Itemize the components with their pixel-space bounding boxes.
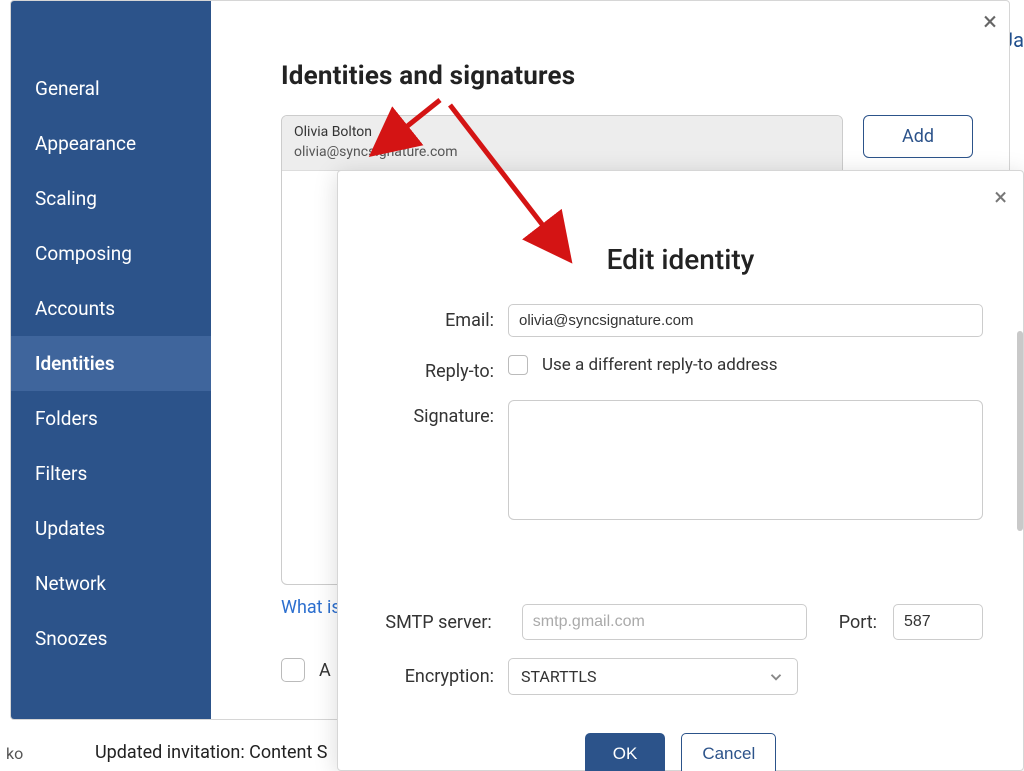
sidebar-item-general[interactable]: General (11, 61, 211, 116)
reply-to-checkbox-label: Use a different reply-to address (542, 355, 778, 375)
port-input[interactable] (893, 604, 983, 640)
sidebar-item-network[interactable]: Network (11, 556, 211, 611)
email-label: Email: (378, 304, 508, 331)
modal-title: Edit identity (338, 243, 1023, 276)
edit-identity-modal: × Edit identity Email: Reply-to: Use a d… (337, 170, 1024, 771)
chevron-down-icon (767, 668, 785, 686)
cancel-button[interactable]: Cancel (681, 733, 776, 771)
auto-checkbox[interactable] (281, 658, 305, 682)
sidebar-item-scaling[interactable]: Scaling (11, 171, 211, 226)
encryption-select[interactable]: STARTTLS (508, 658, 798, 695)
sidebar-item-folders[interactable]: Folders (11, 391, 211, 446)
smtp-server-input[interactable] (522, 604, 807, 640)
sidebar-item-composing[interactable]: Composing (11, 226, 211, 281)
identity-item[interactable]: Olivia Bolton olivia@syncsignature.com (282, 116, 842, 171)
identity-email: olivia@syncsignature.com (294, 144, 830, 160)
close-icon[interactable]: × (994, 185, 1007, 209)
sidebar-item-updates[interactable]: Updates (11, 501, 211, 556)
encryption-label: Encryption: (378, 666, 508, 687)
sidebar-item-snoozes[interactable]: Snoozes (11, 611, 211, 666)
sidebar-item-appearance[interactable]: Appearance (11, 116, 211, 171)
background-invite-text: Updated invitation: Content S (95, 742, 328, 763)
email-input[interactable] (508, 304, 983, 337)
ok-button[interactable]: OK (585, 733, 666, 771)
smtp-server-label: SMTP server: (378, 612, 506, 633)
settings-sidebar: General Appearance Scaling Composing Acc… (11, 1, 211, 719)
reply-to-checkbox[interactable] (508, 355, 528, 375)
port-label: Port: (839, 612, 877, 633)
signature-textarea[interactable] (508, 400, 983, 520)
add-button[interactable]: Add (863, 115, 973, 158)
auto-label: A (319, 660, 331, 681)
reply-to-label: Reply-to: (378, 355, 508, 382)
sidebar-item-identities[interactable]: Identities (11, 336, 211, 391)
section-title: Identities and signatures (281, 61, 973, 91)
encryption-value: STARTTLS (521, 667, 596, 686)
sidebar-item-accounts[interactable]: Accounts (11, 281, 211, 336)
what-is-link[interactable]: What is (281, 597, 341, 618)
background-text-ko: ko (6, 744, 23, 763)
identity-name: Olivia Bolton (294, 124, 830, 140)
scrollbar[interactable] (1017, 331, 1023, 531)
signature-label: Signature: (378, 400, 508, 427)
sidebar-item-filters[interactable]: Filters (11, 446, 211, 501)
